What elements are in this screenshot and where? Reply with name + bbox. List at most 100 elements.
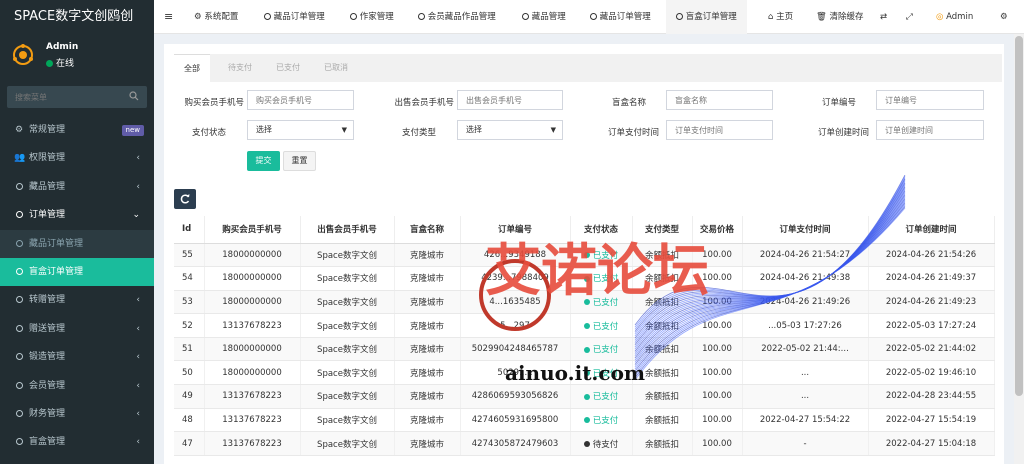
table-row[interactable]: 48 13137678223 Space数字文创 克隆城市 42746059316958…	[174, 408, 995, 433]
col-pay-time[interactable]: 订单支付时间	[742, 216, 869, 244]
online-dot-icon	[46, 60, 53, 67]
search-input[interactable]	[7, 86, 147, 108]
fullscreen-icon[interactable]: ⤢	[906, 0, 913, 34]
tab-collection-orders[interactable]: 藏品订单管理	[264, 0, 325, 34]
table-row[interactable]: 47 13137678223 Space数字文创 克隆城市 42743058724796…	[174, 431, 995, 456]
reset-button[interactable]: 重置	[283, 151, 316, 171]
seller-phone-input[interactable]	[457, 90, 563, 110]
sidebar-item-blindbox-orders[interactable]: 盲盒订单管理	[0, 257, 154, 287]
chevron-left-icon: ‹	[136, 408, 140, 419]
order-no-label: 订单编号	[821, 98, 856, 108]
box-name-input[interactable]	[666, 90, 773, 110]
table-row[interactable]: 54 18000000000 Space数字文创 克隆城市 4239...7988409…	[174, 266, 995, 291]
col-box-name[interactable]: 盲盒名称	[394, 216, 461, 244]
order-no-input[interactable]	[876, 90, 984, 110]
tab-pending[interactable]: 待支付	[218, 54, 262, 82]
circle-icon	[590, 13, 597, 20]
buyer-phone-input[interactable]	[247, 90, 354, 110]
table-row[interactable]: 51 18000000000 Space数字文创 克隆城市 50299042484657…	[174, 337, 995, 362]
refresh-button[interactable]	[174, 189, 196, 209]
table-row[interactable]: 52 13137678223 Space数字文创 克隆城市 5...297 已支付 余额抵扣…	[174, 313, 995, 338]
scrollbar-thumb[interactable]	[1015, 36, 1023, 396]
sidebar-item-general[interactable]: ⚙ 常规管理 new	[0, 116, 154, 144]
cell-type: 余额抵扣	[632, 337, 693, 362]
col-seller-phone[interactable]: 出售会员手机号	[300, 216, 395, 244]
brand-title[interactable]: SPACE数字文创鸥创	[0, 0, 154, 34]
home-link[interactable]: ⌂ 主页	[768, 0, 793, 34]
sidebar-item-orders[interactable]: 订单管理 ⌄	[0, 201, 154, 229]
cell-status: 已支付	[570, 384, 633, 409]
sidebar-item-finance[interactable]: 财务管理 ‹	[0, 400, 154, 428]
pay-type-label: 支付类型	[401, 128, 436, 138]
cell-type: 余额抵扣	[632, 266, 693, 291]
cell-id: 54	[174, 266, 205, 291]
sidebar-item-permissions[interactable]: 👥 权限管理 ‹	[0, 144, 154, 172]
cell-seller: Space数字文创	[300, 337, 395, 362]
clear-cache-button[interactable]: 🗑 清除缓存	[816, 0, 864, 34]
sidebar-item-blindbox[interactable]: 盲盒管理 ‹	[0, 428, 154, 456]
menu-toggle-icon[interactable]: ≡	[164, 0, 173, 34]
cell-id: 50	[174, 360, 205, 386]
table-row[interactable]: 50 18000000000 Space数字文创 克隆城市 50291... 已支付 余额抵…	[174, 360, 995, 386]
sidebar-item-collections[interactable]: 藏品管理 ‹	[0, 173, 154, 201]
cell-seller: Space数字文创	[300, 313, 395, 338]
sidebar-item-gift[interactable]: 赠送管理 ‹	[0, 315, 154, 343]
settings-gear-icon[interactable]: ⚙	[1000, 0, 1008, 34]
user-menu[interactable]: ◎ Admin	[936, 0, 973, 34]
cell-order: 4239...7988409	[460, 266, 571, 291]
home-icon: ⌂	[768, 12, 777, 22]
search-icon[interactable]	[129, 91, 139, 101]
tab-label: 会员藏品作品管理	[427, 12, 496, 22]
cell-type: 余额抵扣	[632, 290, 693, 315]
col-create-time[interactable]: 订单创建时间	[868, 216, 995, 244]
users-icon: 👥	[14, 153, 26, 164]
status-label: 已支付	[592, 392, 619, 403]
table-row[interactable]: 55 18000000000 Space数字文创 克隆城市 426...9349188 已…	[174, 243, 995, 268]
sidebar-item-transfer[interactable]: 转赠管理 ‹	[0, 286, 154, 314]
col-pay-status[interactable]: 支付状态	[570, 216, 633, 244]
cell-buyer: 13137678223	[204, 431, 301, 456]
tab-collections[interactable]: 藏品管理	[522, 0, 566, 34]
home-label: 主页	[776, 12, 794, 22]
cell-create-time: 2022-04-28 23:44:55	[868, 384, 995, 409]
gear-icon: ⚙	[194, 12, 205, 22]
col-pay-type[interactable]: 支付类型	[632, 216, 693, 244]
cell-create-time: 2022-04-27 15:04:18	[868, 431, 995, 456]
tab-blindbox-orders[interactable]: 盲盒订单管理	[666, 0, 747, 34]
pay-type-select[interactable]: 选择 ▼	[457, 120, 563, 140]
sidebar-item-collection-orders[interactable]: 藏品订单管理	[0, 229, 154, 258]
tab-system-config[interactable]: ⚙ 系统配置	[194, 0, 238, 34]
pay-status-select[interactable]: 选择 ▼	[247, 120, 354, 140]
language-icon[interactable]: ⇄	[880, 0, 887, 34]
pay-time-input[interactable]	[666, 120, 773, 140]
cell-buyer: 13137678223	[204, 408, 301, 433]
circle-icon	[418, 13, 425, 20]
caret-down-icon: ▼	[341, 126, 347, 134]
col-id[interactable]: Id	[174, 216, 205, 244]
table-row[interactable]: 53 18000000000 Space数字文创 克隆城市 4...1635485 已支付…	[174, 290, 995, 315]
new-badge: new	[121, 125, 144, 136]
sidebar-item-forge[interactable]: 锻造管理 ‹	[0, 343, 154, 371]
tab-authors[interactable]: 作家管理	[350, 0, 394, 34]
tab-collection-orders-2[interactable]: 藏品订单管理	[590, 0, 651, 34]
chevron-left-icon: ‹	[136, 153, 140, 164]
tab-all[interactable]: 全部	[174, 54, 210, 82]
col-order-no[interactable]: 订单编号	[460, 216, 571, 244]
submit-button[interactable]: 提交	[247, 151, 280, 171]
status-label: 已支付	[592, 250, 619, 261]
tab-member-works[interactable]: 会员藏品作品管理	[418, 0, 496, 34]
col-price[interactable]: 交易价格	[692, 216, 743, 244]
create-time-input[interactable]	[876, 120, 984, 140]
sidebar-item-members[interactable]: 会员管理 ‹	[0, 372, 154, 400]
cell-price: 100.00	[692, 408, 743, 433]
status-label: 已支付	[592, 321, 619, 332]
col-buyer-phone[interactable]: 购买会员手机号	[204, 216, 301, 244]
status-label: 已支付	[592, 274, 619, 285]
tab-paid[interactable]: 已支付	[266, 54, 310, 82]
status-dot-icon	[583, 441, 590, 448]
tab-cancelled[interactable]: 已取消	[314, 54, 358, 82]
cell-seller: Space数字文创	[300, 360, 395, 386]
cell-box: 克隆城市	[394, 408, 461, 433]
table-row[interactable]: 49 13137678223 Space数字文创 克隆城市 42860695930568…	[174, 384, 995, 409]
cell-create-time: 2024-04-26 21:54:26	[868, 243, 995, 268]
